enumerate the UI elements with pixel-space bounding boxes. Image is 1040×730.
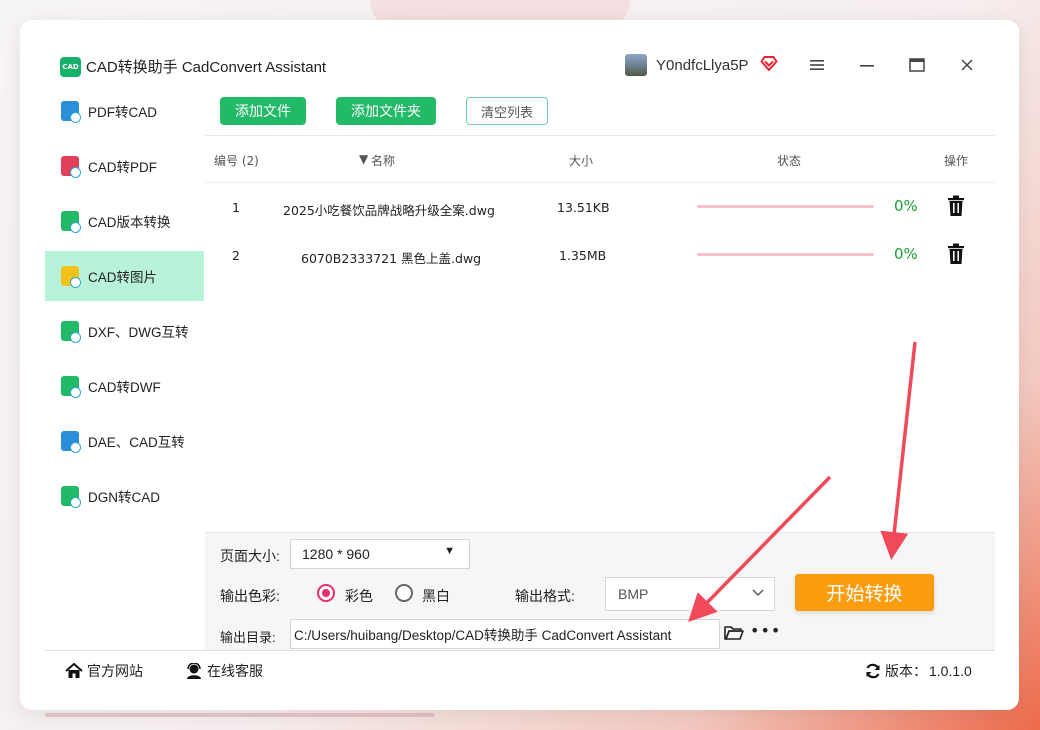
- sort-desc-icon[interactable]: ▼: [359, 152, 368, 166]
- page-size-value: 1280 * 960: [302, 546, 370, 562]
- row-size: 1.35MB: [559, 248, 607, 263]
- output-format-select[interactable]: BMP: [605, 577, 775, 611]
- row-index: 1: [232, 200, 240, 215]
- progress-bar: [697, 205, 874, 208]
- sidebar-item-label: DXF、DWG互转: [88, 325, 189, 340]
- file-convert-icon: [61, 486, 81, 508]
- add-folder-button[interactable]: 添加文件夹: [336, 97, 436, 125]
- app-logo: CAD: [60, 57, 81, 77]
- sidebar-item-dxf-dwg[interactable]: DXF、DWG互转: [45, 306, 204, 356]
- bw-option-label[interactable]: 黑白: [422, 586, 450, 606]
- support-agent-icon: [187, 663, 201, 679]
- avatar[interactable]: [625, 54, 647, 76]
- username[interactable]: Y0ndfcLlya5P: [656, 57, 749, 74]
- sidebar-item-label: CAD版本转换: [88, 215, 171, 230]
- footer: 官方网站 在线客服 版本： 1.0.1.0: [45, 650, 995, 689]
- file-convert-icon: [61, 321, 81, 343]
- column-name[interactable]: 名称: [371, 152, 395, 169]
- bw-radio[interactable]: [395, 584, 413, 602]
- row-filename: 6070B2333721 黑色上盖.dwg: [301, 251, 482, 266]
- sidebar-item-cad-to-pdf[interactable]: CAD转PDF: [45, 141, 204, 191]
- sidebar-item-dae-cad[interactable]: DAE、CAD互转: [45, 416, 204, 466]
- output-dir-label: 输出目录:: [220, 630, 276, 645]
- sidebar-item-label: DGN转CAD: [88, 490, 161, 505]
- support-label: 在线客服: [207, 663, 263, 679]
- column-index: 编号 (2): [214, 154, 259, 168]
- sidebar-item-dgn-to-cad[interactable]: DGN转CAD: [45, 471, 204, 521]
- toolbar: 添加文件 添加文件夹 清空列表: [205, 86, 995, 136]
- version-label: 版本：: [885, 663, 927, 679]
- row-index: 2: [232, 248, 240, 263]
- add-file-button[interactable]: 添加文件: [220, 97, 306, 125]
- version-value: 1.0.1.0: [929, 663, 972, 679]
- app-window: CAD CAD转换助手 CadConvert Assistant Y0ndfcL…: [20, 20, 1019, 710]
- sidebar-item-label: PDF转CAD: [88, 105, 158, 120]
- official-website-link[interactable]: 官方网站: [65, 661, 143, 681]
- column-size: 大小: [569, 154, 594, 168]
- page-size-label: 页面大小:: [220, 548, 280, 564]
- online-support-link[interactable]: 在线客服: [185, 661, 263, 681]
- home-icon: [65, 663, 83, 678]
- maximize-icon[interactable]: [906, 54, 928, 76]
- table-row[interactable]: 1 2025小吃餐饮品牌战略升级全案.dwg 13.51KB 0%: [205, 184, 995, 232]
- heart-diamond-icon[interactable]: [760, 54, 778, 72]
- title-bar: CAD CAD转换助手 CadConvert Assistant Y0ndfcL…: [20, 20, 1019, 86]
- file-convert-icon: [61, 376, 81, 398]
- progress-percent: 0%: [894, 245, 918, 263]
- trash-icon[interactable]: [946, 243, 966, 265]
- column-action: 操作: [944, 154, 969, 168]
- website-label: 官方网站: [87, 663, 143, 679]
- file-convert-icon: [61, 266, 81, 288]
- output-format-value: BMP: [618, 586, 649, 602]
- progress-bar: [697, 253, 874, 256]
- folder-open-icon[interactable]: [724, 625, 744, 641]
- page-size-select[interactable]: 1280 * 960 ▼: [290, 539, 470, 569]
- more-icon[interactable]: •••: [750, 621, 781, 640]
- row-size: 13.51KB: [557, 200, 610, 215]
- start-convert-button[interactable]: 开始转换: [795, 574, 934, 611]
- file-convert-icon: [61, 101, 81, 123]
- output-dir-value: C:/Users/huibang/Desktop/CAD转换助手 CadConv…: [294, 628, 672, 643]
- sidebar-item-label: CAD转图片: [88, 270, 158, 285]
- output-format-label: 输出格式:: [515, 588, 575, 604]
- background-bar: [45, 713, 435, 717]
- sidebar-item-label: DAE、CAD互转: [88, 435, 185, 450]
- file-convert-icon: [61, 431, 81, 453]
- table-header: 编号 (2) ▼ 名称 大小 状态 操作: [205, 136, 995, 183]
- chevron-down-icon: [752, 589, 764, 597]
- menu-icon[interactable]: [806, 54, 828, 76]
- minimize-icon[interactable]: [856, 54, 878, 76]
- column-status: 状态: [777, 154, 802, 168]
- refresh-icon[interactable]: [865, 663, 881, 679]
- output-dir-field[interactable]: C:/Users/huibang/Desktop/CAD转换助手 CadConv…: [290, 619, 720, 649]
- progress-percent: 0%: [894, 197, 918, 215]
- color-radio[interactable]: [317, 584, 335, 602]
- sidebar-item-pdf-to-cad[interactable]: PDF转CAD: [45, 86, 204, 136]
- version-info: 版本： 1.0.1.0: [865, 661, 972, 681]
- sidebar-item-cad-to-dwf[interactable]: CAD转DWF: [45, 361, 204, 411]
- file-convert-icon: [61, 156, 81, 178]
- app-title: CAD转换助手 CadConvert Assistant: [86, 59, 327, 76]
- table-row[interactable]: 2 6070B2333721 黑色上盖.dwg 1.35MB 0%: [205, 232, 995, 280]
- trash-icon[interactable]: [946, 195, 966, 217]
- close-icon[interactable]: [956, 54, 978, 76]
- sidebar-item-cad-to-image[interactable]: CAD转图片: [45, 251, 204, 301]
- clear-list-button[interactable]: 清空列表: [466, 97, 548, 125]
- sidebar-item-label: CAD转DWF: [88, 380, 161, 395]
- caret-down-icon: ▼: [444, 545, 455, 557]
- color-option-label[interactable]: 彩色: [345, 586, 373, 606]
- sidebar-item-cad-version[interactable]: CAD版本转换: [45, 196, 204, 246]
- output-color-label: 输出色彩:: [220, 588, 280, 604]
- sidebar: PDF转CAD CAD转PDF CAD版本转换 CAD转图片 DXF、DWG互转…: [45, 86, 204, 650]
- sidebar-item-label: CAD转PDF: [88, 160, 158, 175]
- file-convert-icon: [61, 211, 81, 233]
- row-filename: 2025小吃餐饮品牌战略升级全案.dwg: [283, 203, 495, 218]
